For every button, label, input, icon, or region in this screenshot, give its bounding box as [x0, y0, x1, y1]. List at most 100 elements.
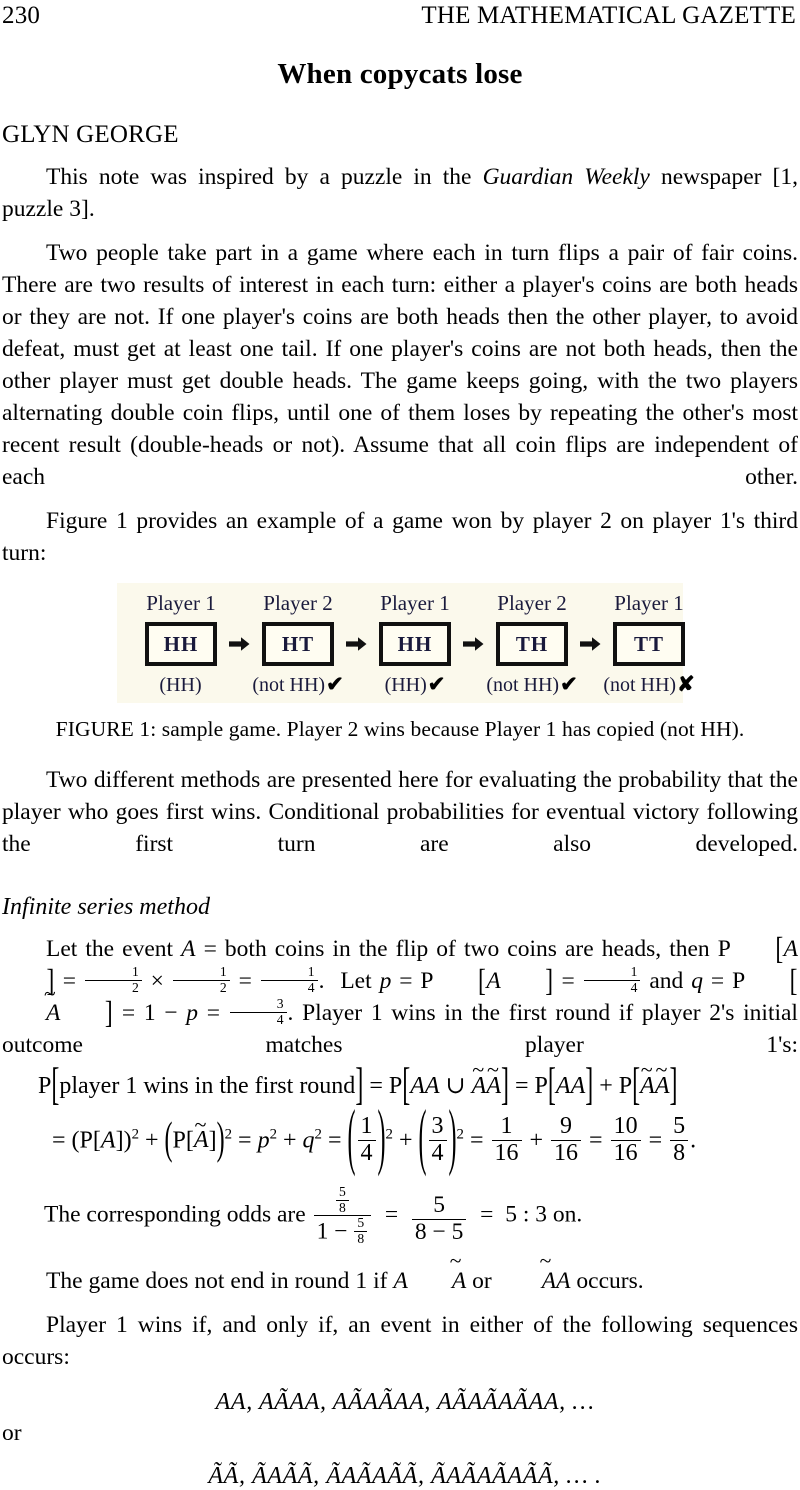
paren-open: (	[164, 1115, 173, 1165]
odds-lead-text: The corresponding odds are	[44, 1201, 306, 1228]
tilde-accent: ~	[43, 981, 56, 1006]
event-A-complement-symbol: ~ A	[2, 983, 60, 1029]
equals-sign: =	[561, 968, 575, 994]
result-label: (not HH)	[603, 674, 677, 696]
probability-operator: P	[717, 936, 731, 962]
figure-caption: FIGURE 1: sample game. Player 2 wins bec…	[55, 717, 745, 741]
exponent-2: 2	[314, 1126, 322, 1143]
fraction-odds-main: 58 1 − 58	[313, 1183, 372, 1247]
one-literal: 1	[316, 1218, 329, 1245]
q-variable: q	[691, 968, 703, 994]
p-variable: p	[379, 968, 392, 994]
result-label: (HH)	[384, 674, 427, 696]
equals-sign: =	[369, 1073, 383, 1099]
or-connector: or	[2, 1419, 22, 1446]
paragraph-methods: Two different methods are presented here…	[2, 767, 798, 857]
times-sign: ×	[150, 968, 164, 994]
paragraph-wins-iff: Player 1 wins if, and only if, an event …	[2, 1311, 798, 1370]
numerator: 5	[338, 1183, 346, 1199]
intro-text-1: This note was inspired by a puzzle in th…	[46, 164, 483, 190]
minus-sign: −	[164, 1000, 178, 1026]
tilde-accent: ~	[539, 1249, 552, 1274]
p-variable: p	[186, 1000, 199, 1026]
fraction-nine-sixteenths: 9 16	[551, 1113, 582, 1167]
tilde-accent: ~	[472, 1057, 485, 1083]
tilde-accent: ~	[194, 1111, 207, 1137]
event-A-complement-symbol: ~ A	[655, 1059, 670, 1100]
bracket-open: [	[632, 1060, 641, 1111]
denominator: 4	[583, 980, 641, 996]
coin-outcome-box: HH	[379, 622, 451, 666]
paragraph-no-end-round1: The game does not end in round 1 if A ~ A …	[2, 1251, 798, 1297]
publication-name: Guardian Weekly	[482, 164, 650, 190]
denominator: 4	[357, 1139, 376, 1167]
coin-outcome-box: HT	[262, 622, 334, 666]
figure-result-cell: (HH)✔	[367, 672, 463, 697]
fraction-three-quarters: 34	[229, 996, 287, 1027]
fraction-one-quarter: 14	[260, 964, 318, 996]
probability-operator: P	[388, 1073, 403, 1099]
running-head: 230 THE MATHEMATICAL GAZETTE	[0, 0, 800, 36]
numerator: 1	[219, 964, 227, 980]
right-term: 5	[451, 1218, 464, 1245]
numerator: 1	[131, 964, 139, 980]
fraction-three-quarters: 34	[428, 1113, 447, 1167]
equals-sign: =	[238, 1127, 252, 1154]
numerator: 1	[307, 964, 315, 980]
event-AA: AA	[410, 1073, 440, 1099]
check-mark-icon: ✔	[560, 672, 578, 696]
numerator: 5	[673, 1113, 686, 1139]
page-title: When copycats lose	[277, 58, 523, 90]
fraction-one-quarter: 14	[583, 964, 641, 996]
plus-sign: +	[599, 1073, 613, 1099]
result-label: (HH)	[159, 674, 202, 696]
right-arrow-icon	[580, 634, 601, 654]
numerator: 1	[630, 964, 638, 980]
bracket-close: ]	[501, 1060, 509, 1111]
numerator: 3	[276, 996, 284, 1012]
bracket-close: ]	[355, 1060, 364, 1111]
denominator: 1 − 58	[313, 1215, 372, 1247]
event-A-complement-symbol: ~ A	[472, 1059, 487, 1100]
plus-sign: +	[529, 1127, 544, 1154]
period: .	[690, 1127, 697, 1154]
paragraph-intro: This note was inspired by a puzzle in th…	[2, 161, 798, 225]
fraction-odds-simplified: 5 8 − 5	[411, 1193, 467, 1245]
figure-result-cell: (HH)	[133, 672, 229, 697]
event-A-symbol: A	[783, 936, 798, 962]
odds-result: 5 : 3 on.	[505, 1201, 583, 1228]
event-A-complement-symbol: ~ A	[640, 1059, 655, 1100]
probability-operator: P	[172, 1127, 186, 1154]
period: .	[287, 1000, 294, 1026]
paragraph-figure-intro: Figure 1 provides an example of a game w…	[2, 508, 798, 566]
cross-mark-icon: ✘	[677, 672, 695, 696]
tilde-accent: ~	[655, 1057, 668, 1083]
bracket-close: ]	[104, 995, 113, 1031]
fraction-one-half: 12	[172, 964, 230, 995]
author-byline: GLYN GEORGE	[2, 121, 179, 148]
denominator: 8	[354, 1230, 368, 1247]
tilde-accent: ~	[640, 1057, 653, 1083]
denominator: 4	[260, 980, 318, 996]
probability-operator: P	[618, 1073, 633, 1099]
numerator: 58	[314, 1183, 372, 1215]
denominator: 8 − 5	[411, 1218, 467, 1245]
bracket-close: ]	[585, 1060, 594, 1111]
denominator: 16	[491, 1139, 522, 1167]
figure-1-container: Player 1 Player 2 Player 1 Player 2 Play…	[0, 583, 800, 703]
event-A-complement-symbol: ~ A	[194, 1113, 209, 1154]
probability-operator: P	[38, 1073, 52, 1099]
figure-result-cell: (not HH)✔	[250, 672, 346, 697]
numerator: 5	[357, 1215, 365, 1231]
let-event-pre: Let the event	[46, 936, 182, 962]
figure-player-label: Player 1	[614, 591, 684, 615]
coin-outcome-box: HH	[145, 622, 217, 666]
figure-result-cell: (not HH)✔	[484, 672, 580, 697]
equals-sign: =	[480, 1201, 494, 1228]
paren-close: )	[216, 1115, 225, 1165]
figure-player-labels-row: Player 1 Player 2 Player 1 Player 2 Play…	[133, 591, 683, 616]
paren-open: (	[418, 1099, 427, 1180]
probability-operator: P	[79, 1127, 93, 1154]
check-mark-icon: ✔	[427, 672, 446, 696]
paragraph-rules: Two people take part in a game where eac…	[2, 240, 798, 490]
